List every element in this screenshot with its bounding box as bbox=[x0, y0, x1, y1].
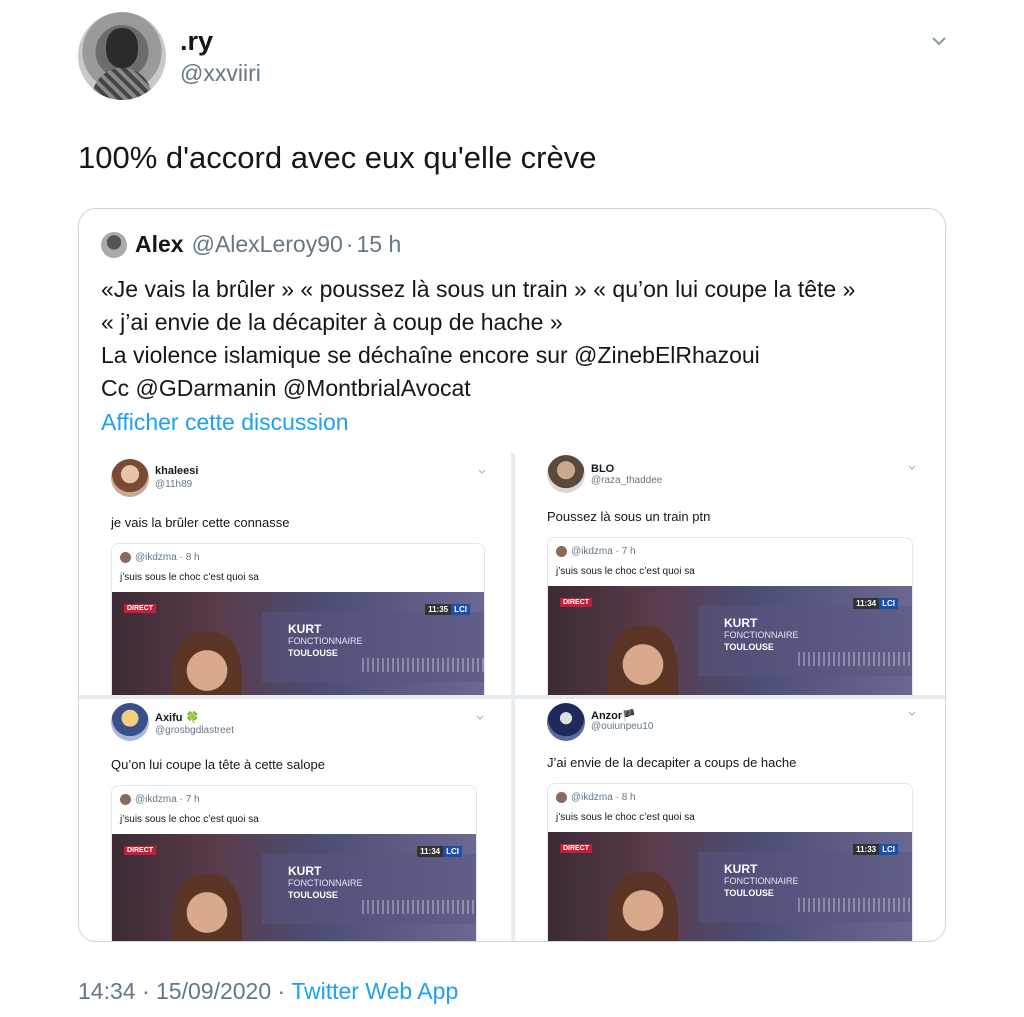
author-display-name[interactable]: .ry bbox=[180, 26, 213, 57]
screenshot-handle: @grosbgdlastreet bbox=[155, 725, 235, 736]
channel-clock: 11:33 LCI bbox=[853, 844, 898, 855]
quoted-text: «Je vais la brûler » « poussez là sous u… bbox=[101, 273, 931, 405]
screenshot-name: BLO bbox=[591, 463, 615, 475]
quoted-text-line: Cc @GDarmanin @MontbrialAvocat bbox=[101, 375, 471, 401]
mini-avatar bbox=[120, 552, 131, 563]
screenshot-handle: @11h89 bbox=[155, 479, 193, 490]
quoted-text-line: La violence islamique se déchaîne encore… bbox=[101, 342, 760, 368]
video-still: DIRECT 11:35 LCI KURT FONCTIONNAIRE TOULO… bbox=[112, 592, 484, 695]
media-screenshot[interactable]: Anzor🏴 @ouiunpeu10 J’ai envie de la deca… bbox=[515, 699, 945, 941]
screenshot-quoted-text: j’suis sous le choc c’est quoi sa bbox=[120, 572, 259, 583]
chevron-down-icon bbox=[908, 465, 916, 470]
chevron-down-icon bbox=[908, 711, 916, 716]
quoted-text-line: «Je vais la brûler » « poussez là sous u… bbox=[101, 276, 856, 302]
presenter-figure bbox=[608, 626, 678, 695]
quoted-author-handle[interactable]: @AlexLeroy90 bbox=[192, 231, 343, 258]
screenshot-avatar bbox=[547, 703, 585, 741]
caption-city: TOULOUSE bbox=[724, 888, 774, 898]
author-avatar[interactable] bbox=[78, 12, 166, 100]
presenter-figure bbox=[172, 874, 242, 941]
screenshot-name: Axifu 🍀 bbox=[155, 712, 200, 724]
caption-job: FONCTIONNAIRE bbox=[288, 636, 363, 646]
screenshot-quoted-text: j’suis sous le choc c’est quoi sa bbox=[556, 812, 695, 823]
live-label: DIRECT bbox=[124, 604, 157, 613]
video-still: DIRECT 11:34 LCI KURT FONCTIONNAIRE TOULO… bbox=[112, 834, 476, 941]
tweet-time[interactable]: 14:34 bbox=[78, 978, 136, 1004]
quoted-tweet[interactable]: Alex @AlexLeroy90 · 15 h «Je vais la brû… bbox=[78, 208, 946, 942]
screenshot-quoted-header: @ikdzma · 7 h bbox=[120, 794, 200, 805]
screenshot-quoted-box: @ikdzma · 8 h j’suis sous le choc c’est … bbox=[547, 783, 913, 941]
caption-city: TOULOUSE bbox=[724, 642, 774, 652]
audio-wave bbox=[798, 898, 912, 912]
audio-wave bbox=[362, 900, 476, 914]
caption-name: KURT bbox=[724, 616, 758, 630]
screenshot-text: J’ai envie de la decapiter a coups de ha… bbox=[547, 755, 797, 770]
quoted-avatar[interactable] bbox=[101, 231, 127, 258]
quoted-header: Alex @AlexLeroy90 · 15 h bbox=[101, 231, 401, 258]
avatar-face bbox=[106, 28, 138, 68]
screenshot-quoted-header: @ikdzma · 8 h bbox=[120, 552, 200, 563]
screenshot-text: Qu’on lui coupe la tête à cette salope bbox=[111, 757, 325, 772]
audio-wave bbox=[362, 658, 484, 672]
screenshot-avatar bbox=[547, 455, 585, 493]
caption-job: FONCTIONNAIRE bbox=[724, 876, 799, 886]
media-grid[interactable]: khaleesi @11h89 je vais la brûler cette … bbox=[79, 453, 945, 941]
audio-wave bbox=[798, 652, 912, 666]
show-thread-link[interactable]: Afficher cette discussion bbox=[101, 409, 349, 436]
separator-dot: · bbox=[345, 231, 354, 257]
media-screenshot[interactable]: BLO @raza_thaddee Poussez là sous un tra… bbox=[515, 453, 945, 695]
tweet-meta: 14:34 · 15/09/2020 · Twitter Web App bbox=[78, 978, 458, 1005]
screenshot-quoted-box: @ikdzma · 7 h j’suis sous le choc c’est … bbox=[547, 537, 913, 695]
caption-city: TOULOUSE bbox=[288, 648, 338, 658]
video-still: DIRECT 11:34 LCI KURT FONCTIONNAIRE TOULO… bbox=[548, 586, 912, 695]
quoted-timestamp[interactable]: 15 h bbox=[356, 231, 401, 258]
presenter-figure bbox=[172, 632, 242, 695]
presenter-figure bbox=[608, 872, 678, 941]
screenshot-quoted-text: j’suis sous le choc c’est quoi sa bbox=[120, 814, 259, 825]
mini-avatar bbox=[556, 546, 567, 557]
screenshot-avatar bbox=[111, 703, 149, 741]
screenshot-avatar bbox=[111, 459, 149, 497]
avatar-body bbox=[92, 68, 152, 100]
caption-name: KURT bbox=[288, 622, 322, 636]
separator-dot: · bbox=[141, 978, 150, 1004]
caption-job: FONCTIONNAIRE bbox=[724, 630, 799, 640]
live-label: DIRECT bbox=[560, 844, 593, 853]
media-screenshot[interactable]: khaleesi @11h89 je vais la brûler cette … bbox=[79, 453, 511, 695]
caption-city: TOULOUSE bbox=[288, 890, 338, 900]
screenshot-name: khaleesi bbox=[155, 465, 199, 477]
tweet-source-link[interactable]: Twitter Web App bbox=[291, 978, 458, 1004]
mini-avatar bbox=[556, 792, 567, 803]
quoted-author-name[interactable]: Alex bbox=[135, 231, 184, 258]
chevron-down-icon[interactable] bbox=[930, 32, 948, 50]
quoted-text-line: « j’ai envie de la décapiter à coup de h… bbox=[101, 309, 563, 335]
screenshot-handle: @ouiunpeu10 bbox=[591, 721, 654, 732]
separator-dot: · bbox=[277, 978, 286, 1004]
screenshot-quoted-header: @ikdzma · 7 h bbox=[556, 546, 636, 557]
screenshot-quoted-box: @ikdzma · 8 h j’suis sous le choc c’est … bbox=[111, 543, 485, 695]
chevron-down-icon bbox=[478, 469, 486, 474]
caption-name: KURT bbox=[724, 862, 758, 876]
screenshot-quoted-text: j’suis sous le choc c’est quoi sa bbox=[556, 566, 695, 577]
tweet-date[interactable]: 15/09/2020 bbox=[156, 978, 271, 1004]
chevron-down-icon bbox=[476, 715, 484, 720]
tweet-text: 100% d'accord avec eux qu'elle crève bbox=[78, 140, 597, 175]
live-label: DIRECT bbox=[560, 598, 593, 607]
channel-clock: 11:34 LCI bbox=[417, 846, 462, 857]
media-screenshot[interactable]: Axifu 🍀 @grosbgdlastreet Qu’on lui coupe… bbox=[79, 699, 511, 941]
caption-name: KURT bbox=[288, 864, 322, 878]
caption-job: FONCTIONNAIRE bbox=[288, 878, 363, 888]
channel-clock: 11:34 LCI bbox=[853, 598, 898, 609]
video-still: DIRECT 11:33 LCI KURT FONCTIONNAIRE TOULO… bbox=[548, 832, 912, 941]
mini-avatar bbox=[120, 794, 131, 805]
screenshot-quoted-box: @ikdzma · 7 h j’suis sous le choc c’est … bbox=[111, 785, 477, 941]
screenshot-text: Poussez là sous un train ptn bbox=[547, 509, 711, 524]
channel-clock: 11:35 LCI bbox=[425, 604, 470, 615]
live-label: DIRECT bbox=[124, 846, 157, 855]
screenshot-text: je vais la brûler cette connasse bbox=[111, 515, 290, 530]
author-handle[interactable]: @xxviiri bbox=[180, 60, 261, 87]
screenshot-handle: @raza_thaddee bbox=[591, 475, 663, 486]
screenshot-quoted-header: @ikdzma · 8 h bbox=[556, 792, 636, 803]
